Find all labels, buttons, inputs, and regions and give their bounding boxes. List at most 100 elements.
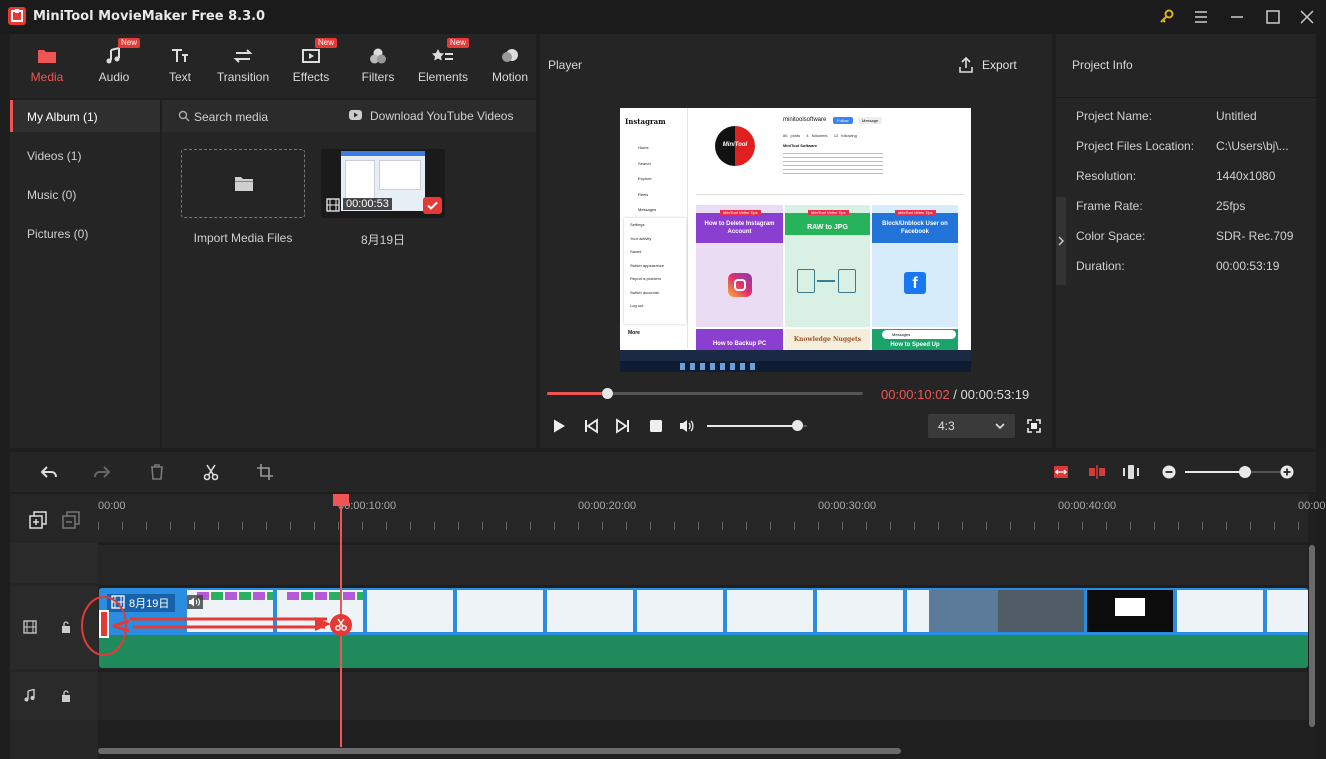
info-value-frame-rate: 25fps [1216, 199, 1246, 213]
tab-audio[interactable]: New Audio [89, 34, 141, 98]
ruler-label: 00:00:50:00 [1298, 500, 1326, 512]
volume-icon[interactable] [678, 418, 696, 434]
minimize-icon[interactable] [1226, 6, 1248, 28]
progress-fill [547, 392, 608, 395]
tab-motion[interactable]: Motion [485, 34, 535, 98]
info-label-color-space: Color Space: [1076, 229, 1146, 243]
elements-icon [432, 46, 454, 66]
project-info-title: Project Info [1072, 58, 1133, 72]
export-label: Export [982, 58, 1017, 72]
playhead-handle[interactable] [333, 494, 350, 506]
lock-audio-track-icon[interactable] [60, 689, 72, 703]
audio-track-lane [98, 672, 1308, 720]
post-tile: MiniTool Video Tips Block/Unblock User o… [872, 205, 958, 327]
split-here-icon[interactable] [330, 614, 353, 636]
menu-icon[interactable] [1190, 6, 1212, 28]
split-scissors-icon[interactable] [202, 463, 220, 481]
zoom-in-icon[interactable] [1279, 464, 1295, 480]
remove-track-icon[interactable] [62, 511, 80, 529]
tab-effects[interactable]: New Effects [286, 34, 338, 98]
tab-filters[interactable]: Filters [353, 34, 403, 98]
key-icon[interactable] [1156, 6, 1178, 28]
delete-icon[interactable] [148, 463, 166, 481]
timeline-ruler[interactable]: 00:00 00:00:10:00 00:00:20:00 00:00:30:0… [98, 494, 1326, 542]
info-label-duration: Duration: [1076, 259, 1125, 273]
collapse-panel-handle[interactable] [1056, 197, 1066, 285]
music-note-icon [103, 46, 125, 66]
ruler-label: 00:00 [98, 500, 126, 512]
nav-item: Home [638, 145, 649, 150]
filters-icon [367, 46, 389, 66]
album-active-indicator [10, 100, 13, 132]
fullscreen-icon[interactable] [1026, 418, 1042, 434]
aspect-ratio-select[interactable]: 4:3 [928, 414, 1015, 438]
info-label-project-name: Project Name: [1076, 109, 1153, 123]
volume-slider[interactable] [707, 420, 807, 432]
album-item-pictures[interactable]: Pictures (0) [27, 227, 88, 241]
aspect-ratio-value: 4:3 [938, 419, 955, 433]
media-folder-icon [36, 46, 58, 66]
post-tile: MiniTool Video Tips RAW to JPG [785, 205, 870, 327]
nav-item: Explore [638, 176, 652, 181]
audio-mixer-icon[interactable] [1122, 463, 1140, 481]
tab-label: Text [168, 70, 191, 84]
album-item-music[interactable]: Music (0) [27, 188, 76, 202]
album-item-my-album[interactable]: My Album (1) [27, 110, 98, 124]
clip-name: 8月19日 [360, 233, 406, 247]
volume-handle[interactable] [791, 420, 803, 431]
info-value-location: C:\Users\bj\... [1216, 139, 1289, 153]
vertical-scroll-thumb[interactable] [1309, 545, 1315, 727]
tab-label: Motion [491, 70, 529, 84]
zoom-handle[interactable] [1239, 466, 1251, 478]
total-time: 00:00:53:19 [960, 387, 1030, 402]
close-icon[interactable] [1296, 6, 1318, 28]
redo-icon[interactable] [92, 463, 112, 481]
play-button[interactable] [551, 418, 567, 434]
bio-text-lines [783, 150, 883, 176]
tab-label: Filters [361, 70, 395, 84]
playhead[interactable] [330, 494, 353, 747]
import-media-button[interactable] [181, 149, 305, 218]
empty-track-header [10, 543, 98, 583]
nav-item: Saved [630, 249, 642, 254]
fit-timeline-icon[interactable] [1052, 463, 1070, 481]
horizontal-scrollbar[interactable] [98, 747, 1308, 755]
nav-item: Search [638, 160, 651, 166]
playback-progress-bar[interactable] [547, 387, 863, 399]
tab-text[interactable]: Text [155, 34, 205, 98]
new-badge: New [315, 38, 338, 48]
zoom-slider[interactable] [1185, 466, 1285, 478]
new-badge: New [447, 38, 470, 48]
new-badge: New [118, 38, 141, 48]
next-frame-button[interactable] [615, 418, 631, 434]
stop-button[interactable] [648, 418, 664, 434]
undo-icon[interactable] [39, 463, 59, 481]
tab-label: Audio [98, 70, 130, 84]
tab-media[interactable]: Media [22, 34, 72, 98]
download-youtube-button[interactable]: Download YouTube Videos [370, 109, 513, 123]
follow-button: Follow [833, 117, 853, 124]
search-media-input[interactable]: Search media [194, 110, 268, 124]
transition-arrows-icon [232, 46, 254, 66]
progress-handle[interactable] [601, 388, 613, 399]
video-preview: Instagram Home Search Explore Reels Mess… [620, 108, 971, 372]
snap-icon[interactable] [1088, 463, 1106, 481]
zoom-out-icon[interactable] [1161, 464, 1177, 480]
music-track-icon [23, 689, 37, 703]
lock-track-icon[interactable] [60, 620, 72, 634]
album-item-videos[interactable]: Videos (1) [27, 149, 81, 163]
nav-item: Settings [630, 222, 645, 227]
crop-icon[interactable] [256, 463, 274, 481]
timecode: 00:00:10:02 / 00:00:53:19 [881, 387, 1029, 402]
add-track-icon[interactable] [29, 511, 47, 529]
tab-elements[interactable]: New Elements [414, 34, 472, 98]
checkmark-icon[interactable] [423, 197, 442, 214]
media-clip-thumbnail[interactable]: 00:00:53 [321, 149, 445, 218]
previous-frame-button[interactable] [583, 418, 599, 434]
horizontal-scroll-thumb[interactable] [98, 748, 901, 754]
export-button[interactable]: Export [954, 55, 1034, 77]
maximize-icon[interactable] [1262, 6, 1284, 28]
audio-track-header [10, 672, 98, 720]
tab-transition[interactable]: Transition [211, 34, 275, 98]
vertical-scrollbar[interactable] [1308, 545, 1316, 727]
